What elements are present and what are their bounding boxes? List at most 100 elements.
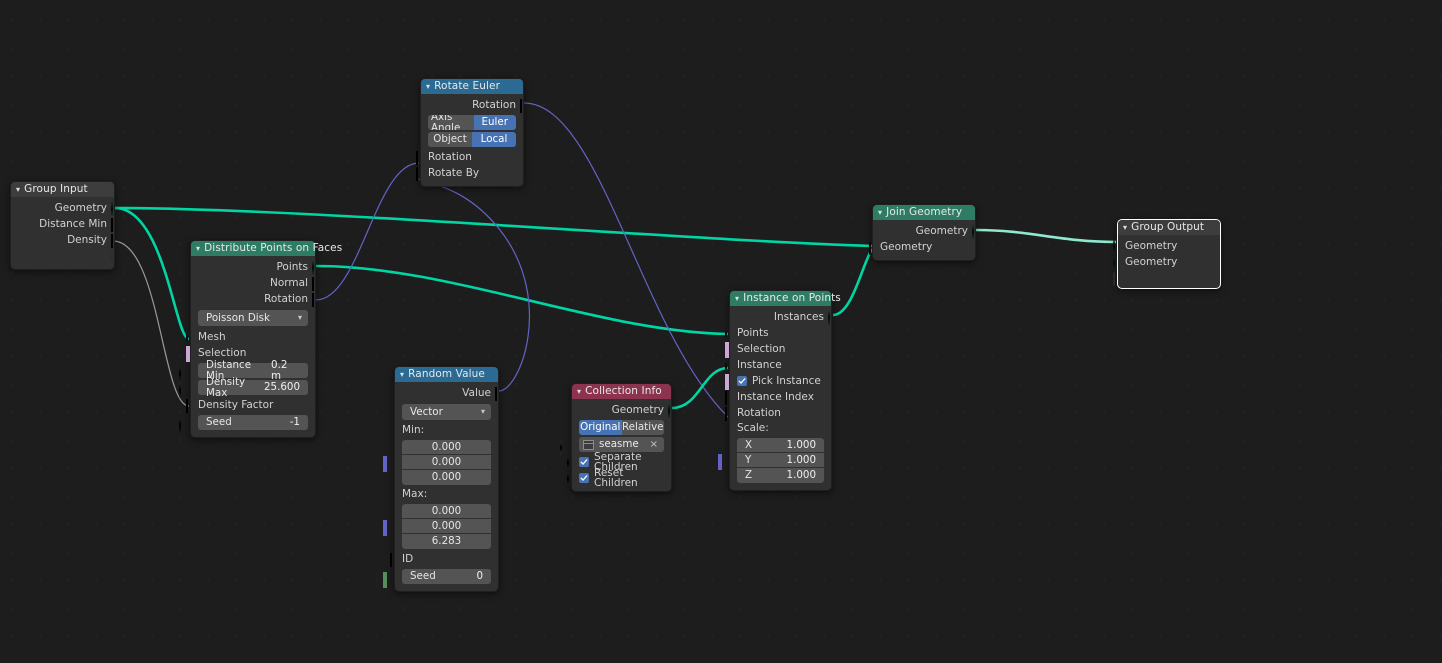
socket-row-virtual[interactable] [1113, 270, 1220, 286]
scale-y-field[interactable]: Y 1.000 [737, 453, 824, 468]
node-random-value[interactable]: ▾ Random Value Value Vector ▾ Min: 0.000… [383, 366, 499, 592]
seed-field[interactable]: Seed 0 [402, 569, 491, 584]
input-socket-geometry-2[interactable] [1113, 256, 1121, 270]
transform-space-toggle[interactable]: Original Relative [579, 420, 664, 435]
socket-row-value[interactable]: Value [395, 385, 498, 401]
socket-row-instances[interactable]: Instances [730, 309, 831, 325]
max-y-field[interactable]: 0.000 [402, 519, 491, 534]
scale-vector-stack[interactable]: X 1.000 Y 1.000 Z 1.000 [737, 438, 824, 483]
socket-row-geometry-2[interactable]: Geometry [1113, 254, 1220, 270]
input-socket-reset-children[interactable] [567, 472, 575, 486]
node-header-group-input[interactable]: ▾ Group Input [11, 182, 114, 197]
output-socket-density[interactable] [111, 234, 119, 248]
socket-row-rotation[interactable]: Rotation [191, 291, 315, 307]
socket-row-geometry-in[interactable]: Geometry [869, 239, 975, 255]
chevron-down-icon[interactable]: ▾ [16, 185, 20, 194]
scale-x-field[interactable]: X 1.000 [737, 438, 824, 453]
scale-z-field[interactable]: Z 1.000 [737, 468, 824, 483]
socket-row-id[interactable]: ID [390, 551, 498, 567]
input-socket-instance[interactable] [725, 359, 733, 373]
socket-row-instance[interactable]: Instance [725, 357, 831, 373]
input-socket-max[interactable] [383, 520, 391, 536]
socket-row-geometry-out[interactable]: Geometry [873, 223, 975, 239]
input-socket-virtual[interactable] [1113, 272, 1121, 286]
node-rotate-euler[interactable]: ▾ Rotate Euler Rotation Axis Angle Euler… [416, 78, 524, 187]
chevron-down-icon[interactable]: ▾ [735, 294, 739, 303]
checkbox-reset-children[interactable] [579, 473, 589, 483]
socket-row-rotation[interactable]: Rotation [725, 405, 831, 421]
min-y-field[interactable]: 0.000 [402, 455, 491, 470]
input-socket-geometry-1[interactable] [1113, 240, 1121, 254]
input-socket-selection[interactable] [186, 346, 194, 362]
node-header-random-value[interactable]: ▾ Random Value [395, 367, 498, 382]
collection-selector-field[interactable]: seasme × [579, 437, 664, 452]
socket-row-points[interactable]: Points [725, 325, 831, 341]
min-vector-stack[interactable]: 0.000 0.000 0.000 [402, 440, 491, 485]
input-socket-geometry-multi[interactable] [869, 241, 877, 255]
output-socket-points[interactable] [312, 261, 320, 275]
toggle-relative[interactable]: Relative [621, 420, 664, 435]
max-vector-stack[interactable]: 0.000 0.000 6.283 [402, 504, 491, 549]
input-socket-instance-index[interactable] [725, 391, 733, 405]
node-group-input[interactable]: ▾ Group Input Geometry Distance Min Dens… [10, 181, 115, 270]
input-socket-seed[interactable] [383, 572, 391, 588]
socket-row-geometry-1[interactable]: Geometry [1113, 238, 1220, 254]
clear-collection-icon[interactable]: × [650, 439, 660, 450]
input-socket-distance-min[interactable] [179, 367, 187, 381]
input-socket-mesh[interactable] [186, 331, 194, 345]
socket-row-instance-index[interactable]: Instance Index [725, 389, 831, 405]
chevron-down-icon[interactable]: ▾ [400, 370, 404, 379]
socket-row-points[interactable]: Points [191, 259, 315, 275]
min-x-field[interactable]: 0.000 [402, 440, 491, 455]
distribution-method-dropdown[interactable]: Poisson Disk ▾ [198, 310, 308, 326]
input-socket-points[interactable] [725, 327, 733, 341]
output-socket-geometry[interactable] [972, 225, 980, 239]
node-header-distribute-points[interactable]: ▾ Distribute Points on Faces [191, 241, 342, 256]
output-socket-rotation[interactable] [520, 99, 528, 113]
node-header-join-geometry[interactable]: ▾ Join Geometry [873, 205, 975, 220]
pick-instance-row[interactable]: Pick Instance [730, 373, 831, 389]
socket-row-density-factor[interactable]: Density Factor [186, 397, 315, 413]
node-group-output[interactable]: ▾ Group Output Geometry Geometry [1113, 219, 1221, 289]
density-max-field[interactable]: Density Max 25.600 [198, 377, 308, 398]
rotation-space-toggle[interactable]: Object Local [428, 132, 516, 147]
input-socket-id[interactable] [390, 553, 398, 567]
chevron-down-icon[interactable]: ▾ [196, 244, 200, 253]
toggle-object[interactable]: Object [428, 132, 472, 147]
socket-row-distance-min[interactable]: Distance Min [11, 216, 114, 232]
socket-row-geometry-out[interactable]: Geometry [572, 402, 671, 418]
input-socket-collection[interactable] [560, 441, 568, 455]
socket-row-rotate-by[interactable]: Rotate By [416, 165, 523, 181]
socket-row-selection[interactable]: Selection [725, 341, 831, 358]
output-socket-geometry[interactable] [668, 404, 676, 418]
node-header-group-output[interactable]: ▾ Group Output [1118, 220, 1220, 235]
min-z-field[interactable]: 0.000 [402, 470, 491, 485]
input-socket-separate-children[interactable] [567, 456, 575, 470]
input-socket-pick-instance[interactable] [725, 374, 733, 390]
seed-field[interactable]: Seed -1 [198, 415, 308, 430]
node-editor-canvas[interactable]: ▾ Group Input Geometry Distance Min Dens… [0, 0, 1442, 663]
toggle-euler[interactable]: Euler [473, 115, 516, 130]
output-socket-normal[interactable] [312, 277, 320, 291]
node-header-instance-on-points[interactable]: ▾ Instance on Points [730, 291, 841, 306]
max-z-field[interactable]: 6.283 [402, 534, 491, 549]
toggle-original[interactable]: Original [579, 420, 622, 435]
input-socket-min[interactable] [383, 456, 391, 472]
socket-row-geometry[interactable]: Geometry [11, 200, 114, 216]
toggle-axis-angle[interactable]: Axis Angle [428, 115, 474, 130]
socket-row-mesh[interactable]: Mesh [186, 329, 315, 345]
output-socket-virtual[interactable] [111, 250, 119, 264]
node-join-geometry[interactable]: ▾ Join Geometry Geometry Geometry [869, 204, 976, 261]
socket-row-virtual[interactable] [11, 248, 114, 264]
output-socket-geometry[interactable] [111, 202, 119, 216]
socket-row-normal[interactable]: Normal [191, 275, 315, 291]
chevron-down-icon[interactable]: ▾ [577, 387, 581, 396]
input-socket-scale[interactable] [718, 454, 726, 470]
output-socket-value[interactable] [495, 387, 503, 401]
toggle-local[interactable]: Local [472, 132, 516, 147]
chevron-down-icon[interactable]: ▾ [426, 82, 430, 91]
chevron-down-icon[interactable]: ▾ [878, 208, 882, 217]
output-socket-rotation[interactable] [312, 293, 320, 307]
socket-row-density[interactable]: Density [11, 232, 114, 248]
output-socket-instances[interactable] [828, 311, 836, 325]
